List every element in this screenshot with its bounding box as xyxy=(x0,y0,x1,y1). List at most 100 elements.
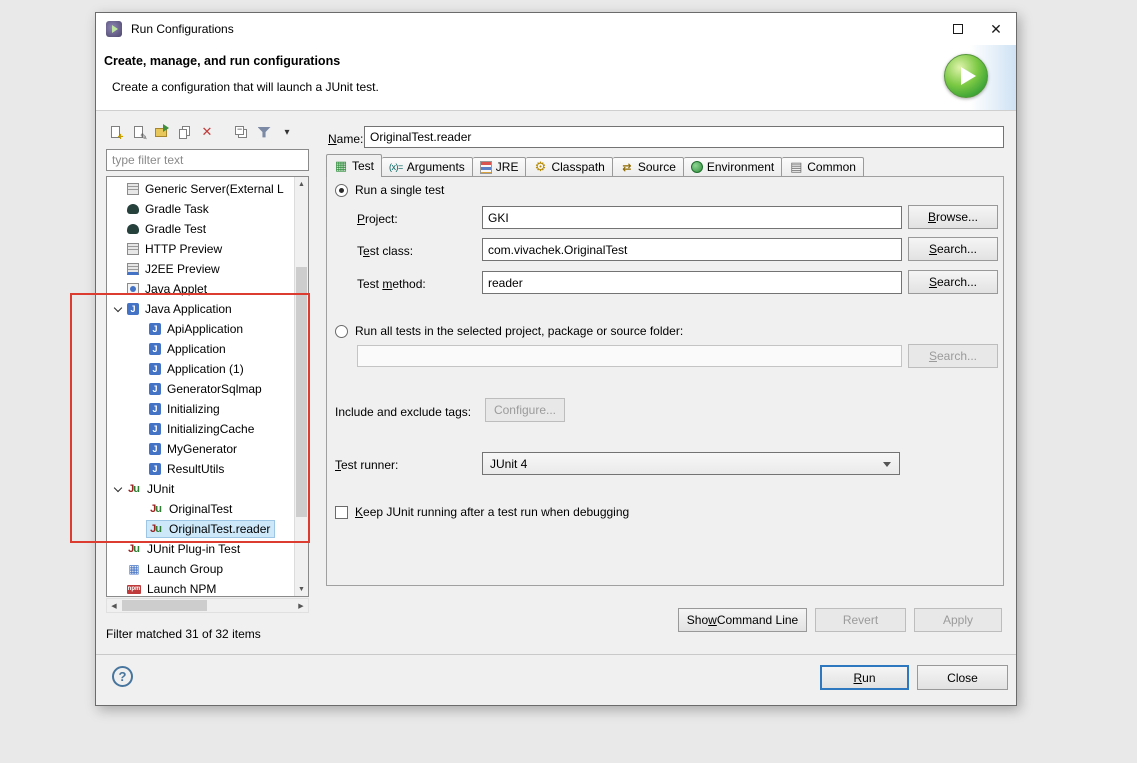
window-title: Run Configurations xyxy=(131,22,234,36)
run-single-test-row: Run a single test xyxy=(335,183,444,197)
expander-icon xyxy=(111,562,125,576)
sidebar-toolbar xyxy=(104,121,298,143)
tree-item-application-1-[interactable]: Application (1) xyxy=(107,359,294,379)
environment-tab-icon xyxy=(690,161,703,173)
java-app-icon xyxy=(127,303,139,315)
revert-button: Revert xyxy=(815,608,906,632)
expander-icon xyxy=(133,442,147,456)
test-class-input[interactable] xyxy=(482,238,902,261)
tab-arguments[interactable]: Arguments xyxy=(382,157,473,177)
maximize-button[interactable] xyxy=(940,13,976,45)
tree-item-generatorsqlmap[interactable]: GeneratorSqlmap xyxy=(107,379,294,399)
tab-classpath[interactable]: Classpath xyxy=(526,157,613,177)
tree-item-originaltest-reader[interactable]: OriginalTest.reader xyxy=(107,519,294,539)
tree-item-launch-npm[interactable]: Launch NPM xyxy=(107,579,294,596)
tree-item-junit[interactable]: JUnit xyxy=(107,479,294,499)
filter-funnel-icon xyxy=(257,126,271,138)
expander-icon xyxy=(111,202,125,216)
tree-item-generic-server-external-l[interactable]: Generic Server(External L xyxy=(107,179,294,199)
tree-horizontal-scrollbar[interactable]: ◀ ▶ xyxy=(106,598,309,613)
tree-item-gradle-test[interactable]: Gradle Test xyxy=(107,219,294,239)
tree-item-apiapplication[interactable]: ApiApplication xyxy=(107,319,294,339)
name-input[interactable] xyxy=(364,126,1004,148)
launch-group-icon xyxy=(127,563,141,576)
export-configurations-button[interactable] xyxy=(150,122,172,142)
run-all-tests-radio[interactable] xyxy=(335,324,348,338)
expander-icon xyxy=(133,382,147,396)
close-icon xyxy=(990,21,1002,38)
horizontal-scroll-thumb[interactable] xyxy=(122,600,207,611)
tree-item-junit-plug-in-test[interactable]: JUnit Plug-in Test xyxy=(107,539,294,559)
tab-common[interactable]: Common xyxy=(782,157,864,177)
java-app-icon xyxy=(149,383,161,395)
test-runner-select[interactable]: JUnit 4 xyxy=(482,452,900,475)
new-configuration-button[interactable] xyxy=(104,122,126,143)
test-method-search-button[interactable]: Search... xyxy=(908,270,998,294)
tab-environment[interactable]: Environment xyxy=(683,157,783,177)
java-app-icon xyxy=(149,423,161,435)
source-tab-icon xyxy=(620,161,634,174)
new-prototype-button[interactable] xyxy=(127,122,149,143)
applet-icon xyxy=(127,283,139,295)
tree-item-j2ee-preview[interactable]: J2EE Preview xyxy=(107,259,294,279)
j2ee-icon xyxy=(127,263,139,275)
scroll-left-icon[interactable]: ◀ xyxy=(107,599,121,612)
run-button[interactable]: Run xyxy=(820,665,909,690)
tree-item-initializingcache[interactable]: InitializingCache xyxy=(107,419,294,439)
filter-button[interactable] xyxy=(253,122,275,142)
common-tab-icon xyxy=(789,161,803,174)
classpath-tab-icon xyxy=(533,161,547,174)
run-configurations-icon xyxy=(106,21,122,37)
tree-item-originaltest[interactable]: OriginalTest xyxy=(107,499,294,519)
show-command-line-button[interactable]: Sho w Command Line xyxy=(678,608,807,632)
scroll-up-icon[interactable]: ▲ xyxy=(295,177,308,191)
title-bar[interactable]: Run Configurations xyxy=(96,13,1016,45)
tree-item-http-preview[interactable]: HTTP Preview xyxy=(107,239,294,259)
scroll-down-icon[interactable]: ▼ xyxy=(295,582,308,596)
expander-icon xyxy=(111,222,125,236)
test-class-label: Test class: xyxy=(357,244,414,258)
vertical-scroll-thumb[interactable] xyxy=(296,267,307,517)
keep-junit-label: Keep JUnit running after a test run when… xyxy=(355,505,630,519)
new-configuration-icon xyxy=(110,126,124,143)
tree-item-java-applet[interactable]: Java Applet xyxy=(107,279,294,299)
tree-item-resultutils[interactable]: ResultUtils xyxy=(107,459,294,479)
filter-input[interactable] xyxy=(106,149,309,171)
help-button[interactable] xyxy=(112,666,133,687)
page-title: Create, manage, and run configurations xyxy=(104,54,341,68)
tree-vertical-scrollbar[interactable]: ▲ ▼ xyxy=(294,177,308,596)
delete-button[interactable] xyxy=(196,122,218,142)
tree-item-initializing[interactable]: Initializing xyxy=(107,399,294,419)
gradle-icon xyxy=(127,204,139,214)
collapse-all-button[interactable] xyxy=(230,122,252,142)
browse-button[interactable]: Browse... xyxy=(908,205,998,229)
filter-menu-caret[interactable] xyxy=(276,122,298,142)
java-app-icon xyxy=(149,323,161,335)
test-method-input[interactable] xyxy=(482,271,902,294)
tree-item-gradle-task[interactable]: Gradle Task xyxy=(107,199,294,219)
tab-jre[interactable]: JRE xyxy=(472,157,527,177)
banner-header: Create, manage, and run configurations C… xyxy=(96,45,1016,111)
junit-icon xyxy=(127,483,141,496)
close-button[interactable] xyxy=(978,13,1014,45)
duplicate-button[interactable] xyxy=(173,122,195,142)
close-dialog-button[interactable]: Close xyxy=(917,665,1008,690)
expander-icon xyxy=(111,482,125,496)
java-app-icon xyxy=(149,403,161,415)
toolbar-separator xyxy=(219,132,229,133)
project-input[interactable] xyxy=(482,206,902,229)
scroll-right-icon[interactable]: ▶ xyxy=(294,599,308,612)
tree-item-java-application[interactable]: Java Application xyxy=(107,299,294,319)
tab-source[interactable]: Source xyxy=(612,157,684,177)
tree-item-launch-group[interactable]: Launch Group xyxy=(107,559,294,579)
tab-test[interactable]: Test xyxy=(326,154,383,177)
keep-junit-checkbox[interactable] xyxy=(335,505,348,519)
run-all-tests-row: Run all tests in the selected project, p… xyxy=(335,324,683,338)
jre-tab-icon xyxy=(479,160,492,174)
test-class-search-button[interactable]: Search... xyxy=(908,237,998,261)
tree-item-mygenerator[interactable]: MyGenerator xyxy=(107,439,294,459)
expander-icon xyxy=(111,262,125,276)
run-single-test-radio[interactable] xyxy=(335,183,348,197)
tree-item-application[interactable]: Application xyxy=(107,339,294,359)
junit-icon xyxy=(149,503,163,516)
